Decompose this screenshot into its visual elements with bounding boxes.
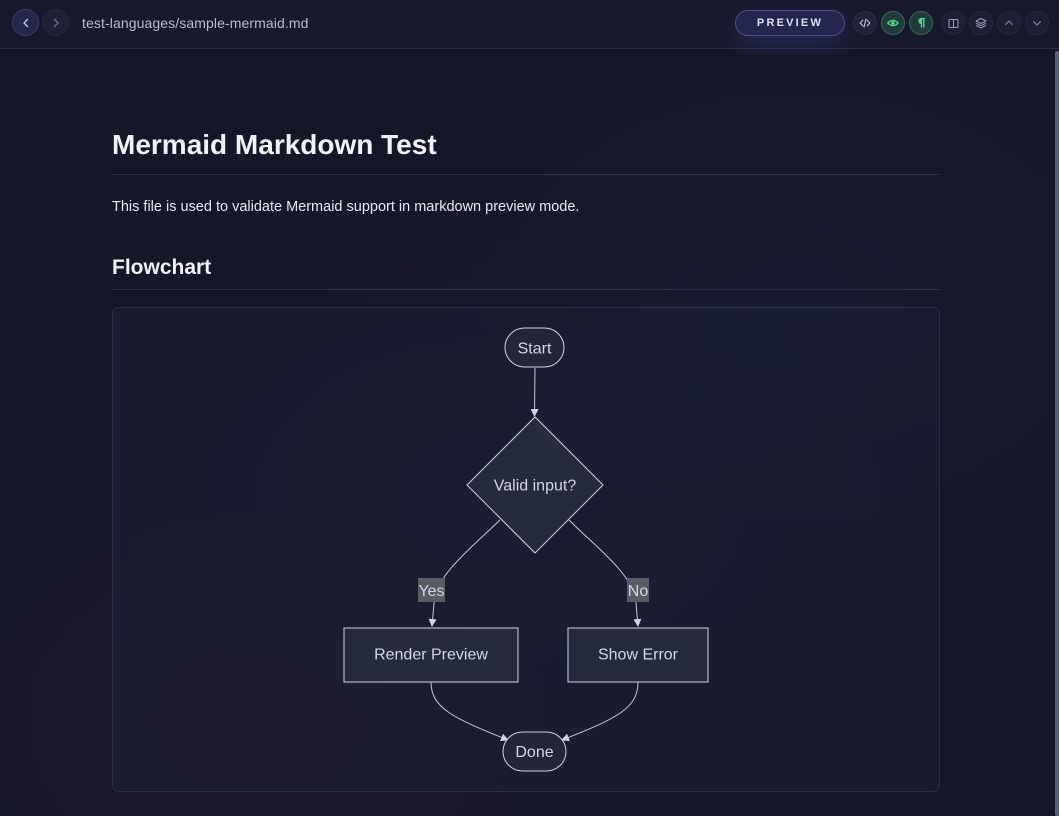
section-divider [112,289,940,290]
scroll-down-button[interactable] [1025,11,1049,35]
edge-decision-render [428,519,501,627]
source-view-button[interactable] [853,11,877,35]
title-divider [112,174,940,175]
edge-error-done [561,681,639,742]
paragraph-marks-button[interactable] [909,11,933,35]
svg-text:Show Error: Show Error [598,647,679,664]
node-show-error: Show Error [567,627,709,683]
svg-text:Start: Start [518,341,552,358]
mermaid-diagram: Yes No Start Valid input? Render Preview… [112,307,940,792]
intro-paragraph: This file is used to validate Mermaid su… [112,199,580,215]
chevron-left-icon [22,18,28,27]
edge-label-no: No [627,578,649,602]
forward-button[interactable] [42,9,69,36]
layout-icon [948,18,958,28]
chevron-up-icon [1004,20,1014,26]
node-start: Start [504,327,565,368]
edge-decision-error [568,519,642,627]
top-bar: test-languages/sample-mermaid.md PREVIEW [0,0,1059,49]
preview-mode-button[interactable]: PREVIEW [735,10,845,36]
chevron-right-icon [53,18,59,27]
svg-text:Render Preview: Render Preview [374,647,488,664]
eye-icon [887,19,899,27]
edge-render-done [430,681,509,742]
back-button[interactable] [12,9,39,36]
scroll-up-button[interactable] [997,11,1021,35]
section-heading-flowchart: Flowchart [112,256,212,279]
edge-label-yes: Yes [418,578,445,602]
chevron-down-icon [1032,20,1042,26]
file-path: test-languages/sample-mermaid.md [82,15,309,31]
svg-text:Done: Done [515,744,553,761]
edge-start-decision [530,367,539,417]
node-render-preview: Render Preview [343,627,519,683]
code-icon [859,18,871,28]
svg-text:Valid input?: Valid input? [494,478,577,495]
split-layout-button[interactable] [941,11,965,35]
svg-text:No: No [628,583,649,600]
layers-icon [975,18,987,29]
vertical-scrollbar[interactable] [1055,49,1059,816]
svg-text:Yes: Yes [418,583,444,600]
flowchart-svg: Yes No Start Valid input? Render Preview… [343,327,709,772]
node-done: Done [502,731,567,772]
preview-toggle-button[interactable] [881,11,905,35]
layers-button[interactable] [969,11,993,35]
scrollbar-thumb[interactable] [1055,51,1059,816]
document-title: Mermaid Markdown Test [112,129,437,160]
pilcrow-icon [918,17,925,28]
